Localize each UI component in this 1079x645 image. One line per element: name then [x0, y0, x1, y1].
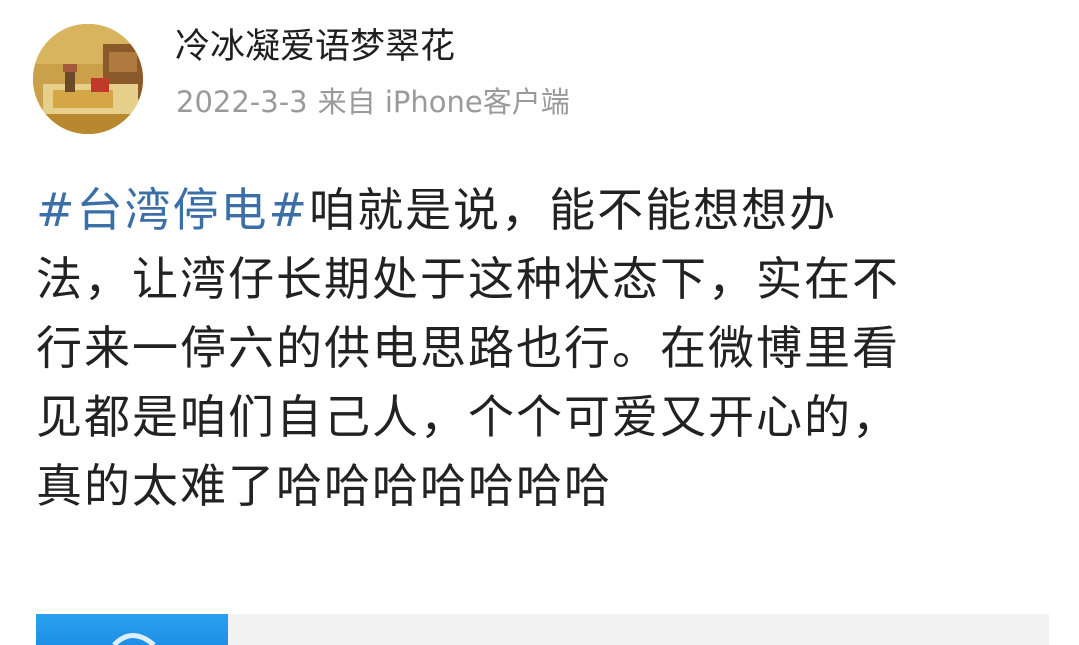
content-text: 咱就是说，能不能想想办 [309, 183, 838, 237]
weibo-post: 冷冰凝爱语梦翠花 2022-3-3 来自 iPhone客户端 #台湾停电#咱就是说… [0, 0, 1079, 645]
link-card[interactable] [36, 614, 1049, 645]
avatar-image [33, 24, 143, 134]
content-line-4: 见都是咱们自己人，个个可爱又开心的， [36, 390, 900, 444]
content-line-3: 行来一停六的供电思路也行。在微博里看 [36, 321, 900, 375]
post-meta: 2022-3-3 来自 iPhone客户端 [176, 82, 570, 122]
link-card-thumbnail [36, 614, 228, 645]
post-date: 2022-3-3 [176, 85, 308, 119]
card-thumbnail-icon [112, 633, 156, 645]
post-content: #台湾停电#咱就是说，能不能想想办 法，让湾仔长期处于这种状态下，实在不 行来一… [36, 176, 1061, 521]
content-line-5: 真的太难了哈哈哈哈哈哈哈 [36, 459, 612, 513]
hashtag-link[interactable]: #台湾停电# [36, 183, 309, 237]
username[interactable]: 冷冰凝爱语梦翠花 [175, 24, 455, 70]
content-line-2: 法，让湾仔长期处于这种状态下，实在不 [36, 252, 900, 306]
content-line-1: #台湾停电#咱就是说，能不能想想办 [36, 176, 1061, 245]
avatar[interactable] [33, 24, 143, 134]
post-source: 来自 iPhone客户端 [317, 85, 570, 119]
